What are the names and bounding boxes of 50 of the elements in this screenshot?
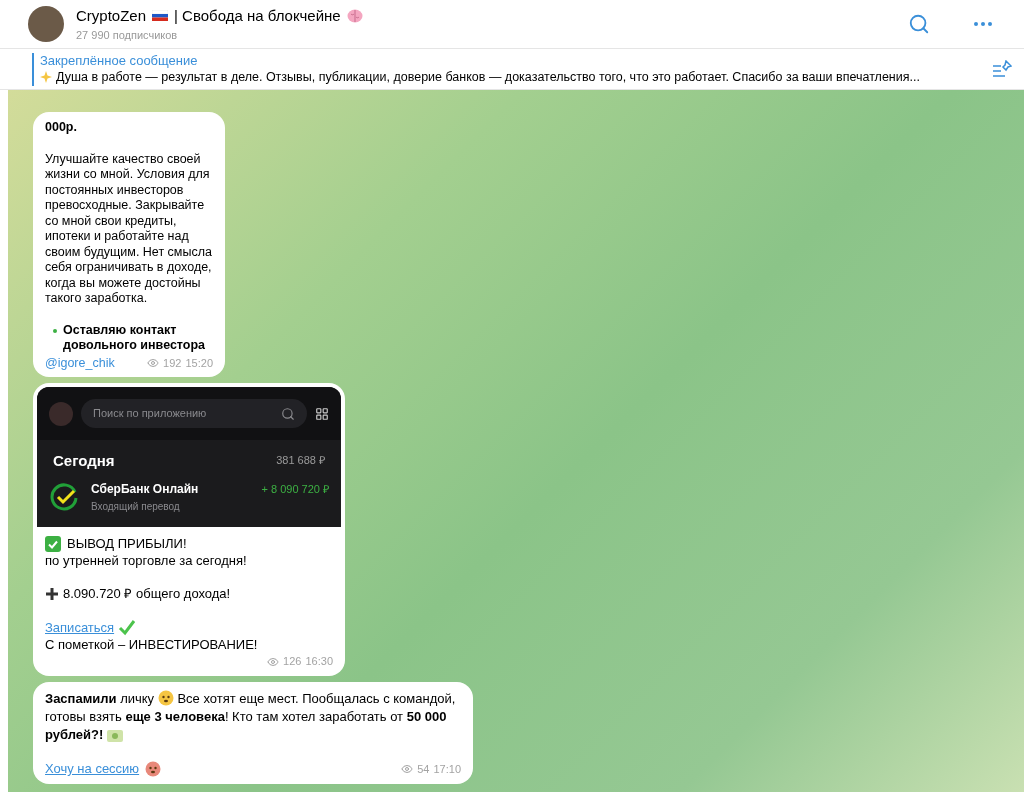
pinned-list-icon [992,60,1012,78]
pinned-message[interactable]: Закреплённое сообщение Душа в работе — результат в деле. Отзывы, публикации, доверие банков — доказательство того, что это работает. Спасибо за ваши впечатления... [32,52,984,86]
sparkles-icon [40,71,52,83]
session-link[interactable]: Хочу на сессию [45,760,140,778]
channel-tagline: | Свобода на блокчейне [174,5,341,26]
bank-name: СберБанк Онлайн [91,481,200,498]
pinned-text: Душа в работе — результат в деле. Отзывы, публикации, доверие банков — доказательство того, что это работает. Спасибо за ваши впечатления... [56,68,920,86]
bullet-text: Оставляю контакт довольного инвестора [63,322,207,354]
signup-link[interactable]: Записаться [45,618,115,636]
grid-icon [315,406,329,421]
check-mark-icon [118,618,137,636]
search-icon [281,406,295,421]
search-icon [908,13,930,35]
exploding-face-icon [157,690,174,706]
operation-type: Входящий перевод [91,500,181,514]
pig-face-icon [145,761,162,777]
section-total: 381 688 ₽ [276,453,325,468]
avatar-icon [49,401,73,426]
message-text: С пометкой – ИНВЕСТИРОВАНИЕ! [45,636,259,653]
income-text: 8.090.720 ₽ общего дохода! [63,585,231,602]
message-time: 16:30 [305,654,333,669]
views-icon [401,763,414,775]
view-count: 126 [283,654,302,669]
plus-icon [45,586,59,601]
bullet-icon [53,328,57,333]
flag-icon [152,10,169,22]
message-time: 15:20 [185,355,213,371]
view-count: 54 [417,762,430,777]
transfer-amount: + 8 090 720 ₽ [261,482,329,497]
views-icon [267,655,280,668]
message-text: по утренней торговле за сегодня! [45,552,248,569]
section-title: Сегодня [53,452,115,469]
subscriber-count: 27 990 подписчиков [76,28,179,43]
username-link[interactable]: @igore_chik [45,355,115,371]
check-mark-icon [45,535,61,552]
message-text: 000р. [45,120,78,136]
views-icon [147,357,160,370]
message-text: Заспамили личку Все хотят еще мест. Пообщалась с командой, готовы взять еще 3 человека! Кто там хотел заработать от 50 000 рублей?! [45,690,457,744]
money-icon [106,729,123,742]
headline-text: ВЫВОД ПРИБЫЛИ! [67,535,187,552]
message-time: 17:10 [433,762,461,777]
brain-icon [346,8,363,23]
bank-logo-icon [49,483,79,513]
channel-name: CryptoZen [76,5,147,26]
pinned-label: Закреплённое сообщение [40,52,199,69]
view-count: 192 [163,355,182,371]
message-text: Улучшайте качество своей жизни со мной. Условия для постоянных инвесторов превосходные. Закрывайте со мной свои кредиты, ипотеки и работайте над своим будущим. Нет смысла себя ограничивать в доходе, когда вы можете достойны такого заработка. [45,151,213,307]
channel-avatar[interactable] [28,6,64,42]
more-icon [974,22,992,26]
pinned-list-button[interactable] [992,60,1012,78]
